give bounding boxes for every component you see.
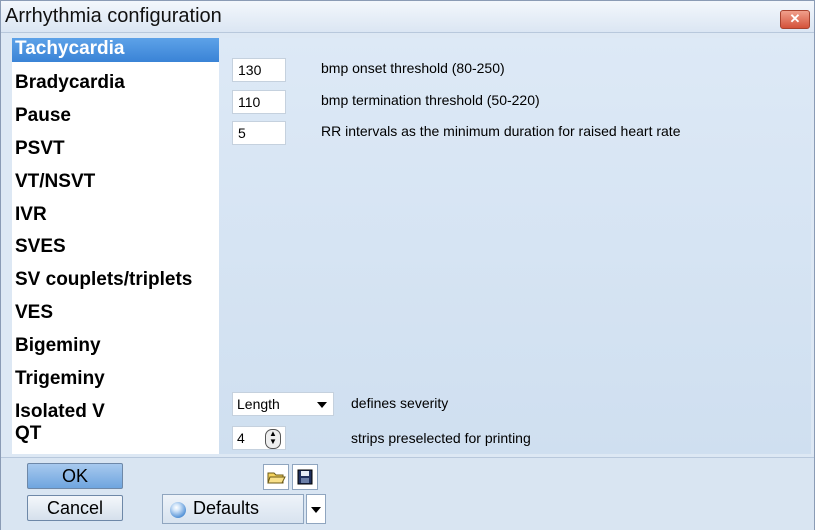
list-item-ivr[interactable]: IVR [12, 204, 219, 228]
termination-threshold-label: bmp termination threshold (50-220) [321, 92, 540, 108]
list-item-pause[interactable]: Pause [12, 105, 219, 129]
severity-label: defines severity [351, 395, 449, 411]
list-item-ves[interactable]: VES [12, 302, 219, 326]
cancel-button[interactable]: Cancel [27, 495, 123, 521]
arrhythmia-list: Tachycardia Bradycardia Pause PSVT VT/NS… [12, 38, 219, 454]
onset-threshold-field[interactable]: 130 [232, 58, 286, 82]
defaults-button[interactable]: Defaults [162, 494, 304, 524]
onset-threshold-label: bmp onset threshold (80-250) [321, 60, 505, 76]
list-item-tachycardia[interactable]: Tachycardia [12, 38, 219, 62]
save-icon [297, 469, 313, 485]
list-item-qt[interactable]: QT [12, 423, 219, 447]
strips-label: strips preselected for printing [351, 430, 531, 446]
close-icon: ✕ [789, 11, 801, 26]
settings-panel: 130 bmp onset threshold (80-250) 110 bmp… [219, 38, 811, 454]
open-folder-icon [267, 472, 286, 484]
severity-select[interactable]: Length [232, 392, 334, 416]
list-item-sves[interactable]: SVES [12, 236, 219, 260]
list-item-vt-nsvt[interactable]: VT/NSVT [12, 171, 219, 195]
chevron-down-icon [317, 402, 327, 408]
defaults-label: Defaults [193, 498, 260, 518]
termination-threshold-field[interactable]: 110 [232, 90, 286, 114]
rr-intervals-label: RR intervals as the minimum duration for… [321, 123, 681, 139]
dialog-window: Arrhythmia configuration ✕ Tachycardia B… [0, 0, 815, 530]
list-item-psvt[interactable]: PSVT [12, 138, 219, 162]
severity-select-value: Length [237, 396, 280, 412]
save-button[interactable] [292, 464, 318, 490]
chevron-down-icon [311, 507, 321, 513]
title-bar: Arrhythmia configuration ✕ [1, 1, 814, 33]
strips-stepper-value: 4 [237, 430, 245, 446]
window-title: Arrhythmia configuration [5, 5, 222, 27]
list-item-bigeminy[interactable]: Bigeminy [12, 335, 219, 359]
defaults-dropdown-button[interactable] [306, 494, 326, 524]
list-item-isolated-v[interactable]: Isolated V [12, 401, 219, 425]
strips-stepper[interactable]: 4 ▲ ▼ [232, 426, 286, 450]
list-item-bradycardia[interactable]: Bradycardia [12, 72, 219, 96]
rr-intervals-field[interactable]: 5 [232, 121, 286, 145]
ok-button[interactable]: OK [27, 463, 123, 489]
spin-up-down-icon[interactable]: ▲ ▼ [265, 429, 281, 449]
open-button[interactable] [263, 464, 289, 490]
list-item-sv-couplets-triplets[interactable]: SV couplets/triplets [12, 269, 219, 293]
list-item-trigeminy[interactable]: Trigeminy [12, 368, 219, 392]
close-button[interactable]: ✕ [780, 10, 810, 29]
defaults-icon [170, 502, 186, 518]
